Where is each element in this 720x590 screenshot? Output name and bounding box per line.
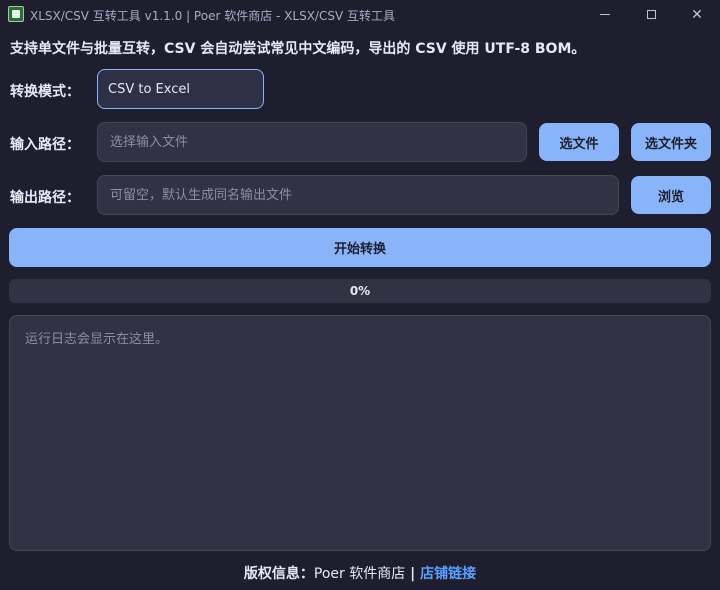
window-title: XLSX/CSV 互转工具 v1.1.0 | Poer 软件商店 - XLSX/… <box>30 9 395 23</box>
close-icon: ✕ <box>691 6 703 23</box>
input-path-field[interactable] <box>97 122 527 162</box>
progress-text: 0% <box>349 284 371 298</box>
minimize-icon <box>600 14 610 15</box>
footer: 版权信息：Poer 软件商店 | 店铺链接 <box>0 563 720 583</box>
footer-separator: | <box>405 566 421 582</box>
maximize-button[interactable] <box>628 0 674 29</box>
output-path-label: 输出路径： <box>10 190 80 206</box>
mode-selected-value: CSV to Excel <box>108 81 190 97</box>
title-bar[interactable]: XLSX/CSV 互转工具 v1.1.0 | Poer 软件商店 - XLSX/… <box>0 0 720 29</box>
choose-file-button[interactable]: 选文件 <box>539 123 619 161</box>
progress-bar: 0% <box>9 279 711 303</box>
minimize-button[interactable] <box>582 0 628 29</box>
description-text: 支持单文件与批量互转，CSV 会自动尝试常见中文编码，导出的 CSV 使用 UT… <box>10 41 586 57</box>
spreadsheet-app-icon <box>8 6 24 22</box>
mode-label: 转换模式： <box>10 84 80 100</box>
maximize-icon <box>646 10 656 19</box>
choose-folder-button[interactable]: 选文件夹 <box>631 123 711 161</box>
output-path-field[interactable] <box>97 175 619 215</box>
start-convert-button[interactable]: 开始转换 <box>9 228 711 267</box>
store-link[interactable]: 店铺链接 <box>420 566 476 582</box>
footer-store-name: Poer 软件商店 <box>313 566 406 582</box>
browse-button[interactable]: 浏览 <box>631 176 711 214</box>
close-button[interactable]: ✕ <box>674 0 720 29</box>
log-placeholder: 运行日志会显示在这里。 <box>25 332 169 347</box>
log-area[interactable]: 运行日志会显示在这里。 <box>9 315 711 551</box>
app-window: XLSX/CSV 互转工具 v1.1.0 | Poer 软件商店 - XLSX/… <box>0 0 720 590</box>
input-path-label: 输入路径： <box>10 137 80 153</box>
mode-select[interactable]: CSV to Excel <box>97 69 264 109</box>
footer-copyright-prefix: 版权信息： <box>243 566 314 582</box>
